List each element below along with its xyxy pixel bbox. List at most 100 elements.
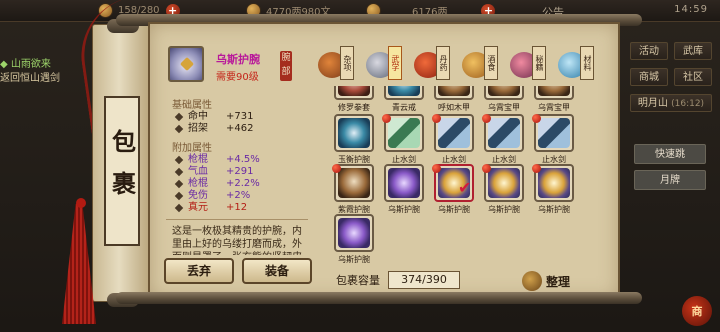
divider [166,219,308,220]
moon-mountain-button[interactable]: 明月山 (16:12) [630,94,712,112]
inventory-slot[interactable]: 乌斯护腕 [382,164,426,214]
stat-key: 命中 [188,111,208,122]
armory-button[interactable]: 武库 [674,42,712,60]
new-badge-icon [482,114,491,123]
armor-icon [438,86,470,96]
selected-check-icon: ✔ [458,178,472,197]
stat-key: 免伤 [188,190,208,201]
capacity-value: 374/390 [388,271,460,289]
fist-gauntlet-icon [338,86,370,96]
inventory-slot[interactable]: 止水剑 [382,114,426,164]
inventory-slot[interactable]: 呼如木甲 [432,86,476,112]
new-badge-icon [432,114,441,123]
inventory-slot[interactable]: 修罗拳套 [332,86,376,112]
inventory-slot[interactable]: 乌斯护腕 [532,164,576,214]
tab-label: 丹药 [436,46,450,80]
extra-stat-row: 枪棍 +4.5% [174,154,314,166]
stat-value: +12 [226,202,248,213]
extra-stat-row: 气血 +291 [174,166,314,178]
stat-value: +2.2% [226,178,260,189]
slot-label: 乌斯护腕 [338,255,370,264]
base-stat-row: 招架 +462 [174,123,314,135]
shop-seal-label: 商 [691,305,703,318]
bracer-icon [488,168,520,198]
inventory-slot[interactable]: 乌霄宝甲 [532,86,576,112]
shop-seal-icon[interactable]: 商 [682,296,712,326]
monthly-card-button[interactable]: 月牌 [634,170,706,190]
stat-value: +731 [226,111,254,122]
stat-value: +462 [226,123,254,134]
activity-button[interactable]: 活动 [630,42,668,60]
inventory-slot[interactable]: 乌斯护腕 [482,164,526,214]
sort-button[interactable]: 整理 [522,270,570,292]
new-badge-icon [382,114,391,123]
slot-label: 修罗拳套 [338,103,370,112]
slot-label: 乌斯护腕 [388,205,420,214]
tab-label: 酒食 [484,46,498,80]
moon-mountain-time: (16:12) [671,99,705,109]
sword-icon [488,118,520,148]
extra-stat-row: 真元 +12 [174,202,314,214]
sword-icon [438,118,470,148]
inventory-slot-selected[interactable]: ✔ 乌斯护腕 [432,164,476,214]
tab-pill[interactable]: 丹药 [414,46,454,82]
slot-label: 乌霄宝甲 [488,103,520,112]
inventory-slot[interactable]: 青云戒 [382,86,426,112]
base-stats-title: 基础属性 [172,100,212,111]
capacity-display: 包裹容量 374/390 [336,270,460,290]
slot-label: 乌斯护腕 [538,205,570,214]
armor-icon [488,86,520,96]
inventory-slot[interactable]: 乌霄宝甲 [482,86,526,112]
bracer-icon [168,46,204,82]
bracer-icon [538,168,570,198]
extra-stats-title: 附加属性 [172,143,212,154]
stat-value: +2% [226,190,251,201]
tab-martial[interactable]: 武学 [366,46,406,82]
sword-icon [388,118,420,148]
item-detail: 乌斯护腕 需要90级 腕部 基础属性 命中 +731 招架 +462 附加属性 … [160,42,314,255]
right-list: 快速跳 月牌 [634,144,706,196]
stat-key: 枪棍 [188,154,208,165]
bag-icon [522,271,542,291]
item-grid: 修罗拳套 青云戒 呼如木甲 乌霄宝甲 乌霄宝甲 玉衡护腕 止水剑 止水剑 止水剑 [328,86,616,266]
new-badge-icon [482,164,491,173]
slot-label: 青云戒 [392,103,416,112]
inventory-slot[interactable]: 止水剑 [482,114,526,164]
inventory-slot[interactable]: 止水剑 [432,114,476,164]
extra-stat-row: 枪棍 +2.2% [174,178,314,190]
tab-material[interactable]: 材料 [558,46,598,82]
stat-key: 真元 [188,202,208,213]
quick-jump-button[interactable]: 快速跳 [634,144,706,164]
item-name: 乌斯护腕 [216,53,260,66]
capacity-label: 包裹容量 [336,274,380,287]
panel-title: 包裹 [104,96,140,246]
clock: 14:59 [674,4,708,15]
discard-button[interactable]: 丢弃 [164,258,234,284]
stat-key: 枪棍 [188,178,208,189]
tab-label: 杂项 [340,46,354,80]
tassel-knot [76,198,86,208]
inventory-slot[interactable]: 紫霞护腕 [332,164,376,214]
inventory-slot[interactable]: 乌斯护腕 [332,214,376,264]
item-slot-badge: 腕部 [280,51,292,81]
ring-icon [388,86,420,96]
tab-misc[interactable]: 杂项 [318,46,358,82]
slot-label: 乌斯护腕 [438,205,470,214]
bracer-icon [388,168,420,198]
item-description: 这是一枚极其精贵的护腕，内里由上好的乌缕打磨而成，外面则是罩了一张玄熊的坚韧皮 [172,226,302,255]
stat-value: +291 [226,166,254,177]
shop-button[interactable]: 商城 [630,68,668,86]
inventory-slot[interactable]: 玉衡护腕 [332,114,376,164]
bracer-icon [338,118,370,148]
armor-icon [538,86,570,96]
inventory-slot[interactable]: 止水剑 [532,114,576,164]
equip-button[interactable]: 装备 [242,258,312,284]
category-tabs: 杂项 武学 丹药 酒食 秘籍 材料 [318,42,608,86]
tab-book[interactable]: 秘籍 [510,46,550,82]
community-button[interactable]: 社区 [674,68,712,86]
slot-label: 呼如木甲 [438,103,470,112]
extra-stat-row: 免伤 +2% [174,190,314,202]
tab-food[interactable]: 酒食 [462,46,502,82]
scroll-bottom-edge [116,292,642,304]
new-badge-icon [432,164,441,173]
